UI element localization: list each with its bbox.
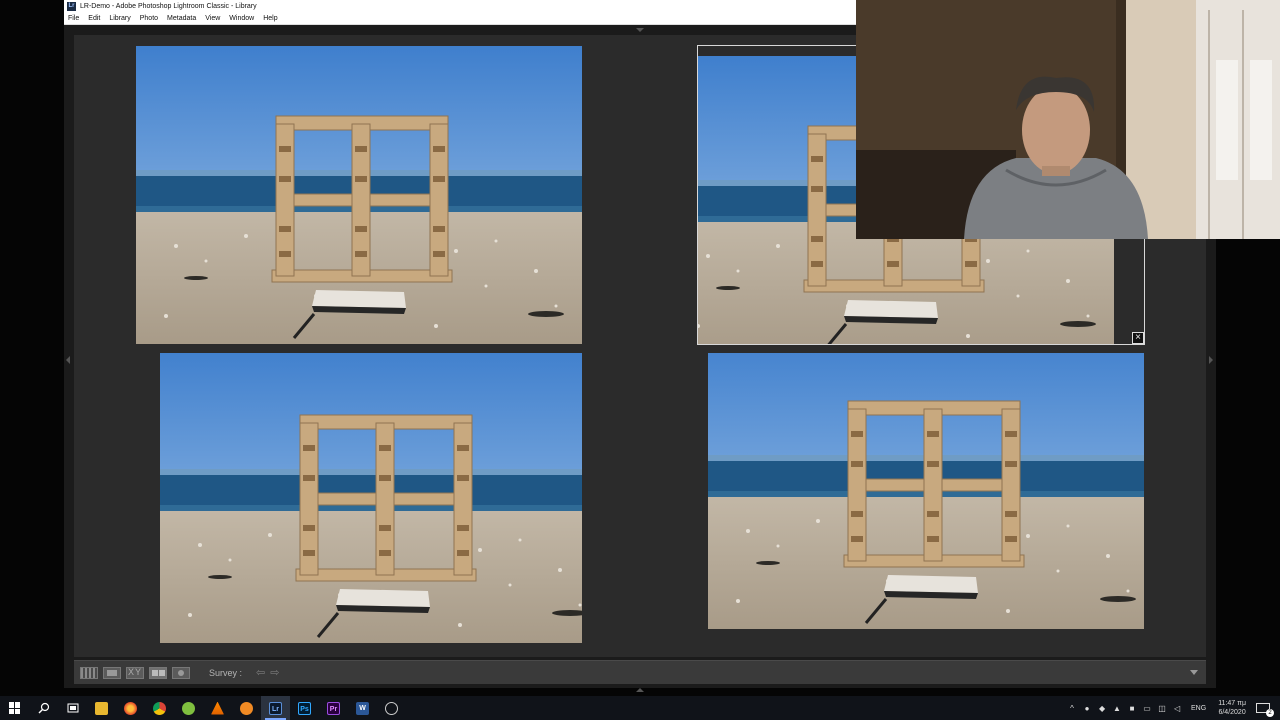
greenshot-icon [182, 701, 195, 715]
tray-app-icon-1[interactable]: ● [1080, 704, 1094, 713]
survey-view-icon[interactable] [149, 666, 167, 679]
tray-app-icon-3[interactable]: ▲ [1110, 704, 1124, 713]
taskbar-lightroom[interactable]: Lr [261, 696, 290, 720]
window-titlebar[interactable]: Lr LR-Demo - Adobe Photoshop Lightroom C… [64, 0, 856, 13]
left-panel-toggle-icon[interactable] [66, 356, 70, 364]
network-icon[interactable]: ◫ [1155, 704, 1169, 713]
battery-icon[interactable]: ▭ [1140, 704, 1154, 713]
next-photo-arrow-icon[interactable]: ⇨ [270, 666, 279, 679]
taskbar-word[interactable]: W [348, 696, 377, 720]
show-hidden-icons-chevron[interactable]: ^ [1065, 704, 1079, 713]
top-panel-toggle-icon[interactable] [636, 28, 644, 32]
menu-library[interactable]: Library [109, 15, 130, 22]
notification-count-badge: 2 [1266, 709, 1274, 717]
menu-photo[interactable]: Photo [140, 15, 158, 22]
word-icon: W [356, 701, 369, 715]
volume-icon[interactable]: ◁ [1170, 704, 1184, 713]
taskbar-search-button[interactable] [29, 696, 58, 720]
photoshop-icon: Ps [298, 701, 311, 715]
premiere-icon: Pr [327, 701, 340, 715]
search-icon [38, 702, 49, 714]
windows-logo-icon [8, 702, 21, 714]
tray-app-icon-4[interactable]: ■ [1125, 704, 1139, 713]
survey-photo-4[interactable] [698, 353, 1144, 651]
tray-app-icon-2[interactable]: ◆ [1095, 704, 1109, 713]
grid-view-icon[interactable] [80, 666, 98, 679]
loupe-view-icon[interactable] [103, 666, 121, 679]
taskbar-file-explorer[interactable] [87, 696, 116, 720]
library-toolbar: Survey : ⇦ ⇨ [74, 660, 1206, 684]
remove-from-survey-icon[interactable]: × [1132, 332, 1144, 344]
clock[interactable]: 11:47 πμ 6/4/2020 [1218, 699, 1246, 717]
menu-edit[interactable]: Edit [88, 15, 100, 22]
windows-taskbar: Lr Ps Pr W ^ ● ◆ ▲ ■ ▭ ◫ ◁ ENG 11:47 πμ … [0, 696, 1280, 720]
filmstrip-toggle-icon[interactable] [636, 688, 644, 692]
folder-icon [95, 701, 108, 715]
taskbar-vlc[interactable] [203, 696, 232, 720]
clock-date: 6/4/2020 [1218, 709, 1246, 716]
compare-view-icon[interactable] [126, 666, 144, 679]
survey-photo-3[interactable] [136, 353, 582, 651]
taskbar-greenshot[interactable] [174, 696, 203, 720]
right-panel-toggle-icon[interactable] [1209, 356, 1213, 364]
input-language[interactable]: ENG [1191, 705, 1206, 712]
taskbar-firefox[interactable] [116, 696, 145, 720]
firefox-icon [124, 701, 137, 715]
vlc-cone-icon [211, 701, 224, 715]
menu-metadata[interactable]: Metadata [167, 15, 196, 22]
system-tray: ^ ● ◆ ▲ ■ ▭ ◫ ◁ ENG 11:47 πμ 6/4/2020 2 [1065, 696, 1280, 720]
chrome-icon [153, 701, 166, 715]
obs-icon [385, 701, 398, 715]
taskbar-premiere[interactable]: Pr [319, 696, 348, 720]
clock-time: 11:47 πμ [1218, 700, 1246, 707]
menu-view[interactable]: View [205, 15, 220, 22]
previous-photo-arrow-icon[interactable]: ⇦ [256, 666, 265, 679]
webcam-overlay [856, 0, 1280, 239]
action-center-icon[interactable]: 2 [1256, 703, 1274, 717]
lightroom-icon: Lr [269, 701, 282, 715]
task-view-button[interactable] [58, 696, 87, 720]
menu-window[interactable]: Window [229, 15, 254, 22]
screen: Lr LR-Demo - Adobe Photoshop Lightroom C… [0, 0, 1280, 720]
taskbar-chrome[interactable] [145, 696, 174, 720]
people-view-icon[interactable] [172, 666, 190, 679]
taskbar-photoshop[interactable]: Ps [290, 696, 319, 720]
lightroom-app-icon: Lr [67, 2, 76, 11]
window-title: LR-Demo - Adobe Photoshop Lightroom Clas… [80, 3, 257, 10]
photos-icon [240, 701, 253, 715]
menu-help[interactable]: Help [263, 15, 277, 22]
survey-label: Survey : [209, 667, 243, 678]
menu-bar: File Edit Library Photo Metadata View Wi… [64, 13, 856, 25]
survey-photo-1[interactable] [136, 46, 582, 344]
taskbar-photos[interactable] [232, 696, 261, 720]
toolbar-content-dropdown-icon[interactable] [1190, 670, 1198, 675]
menu-file[interactable]: File [68, 15, 79, 22]
task-view-icon [67, 703, 78, 713]
start-button[interactable] [0, 696, 29, 720]
taskbar-obs[interactable] [377, 696, 406, 720]
